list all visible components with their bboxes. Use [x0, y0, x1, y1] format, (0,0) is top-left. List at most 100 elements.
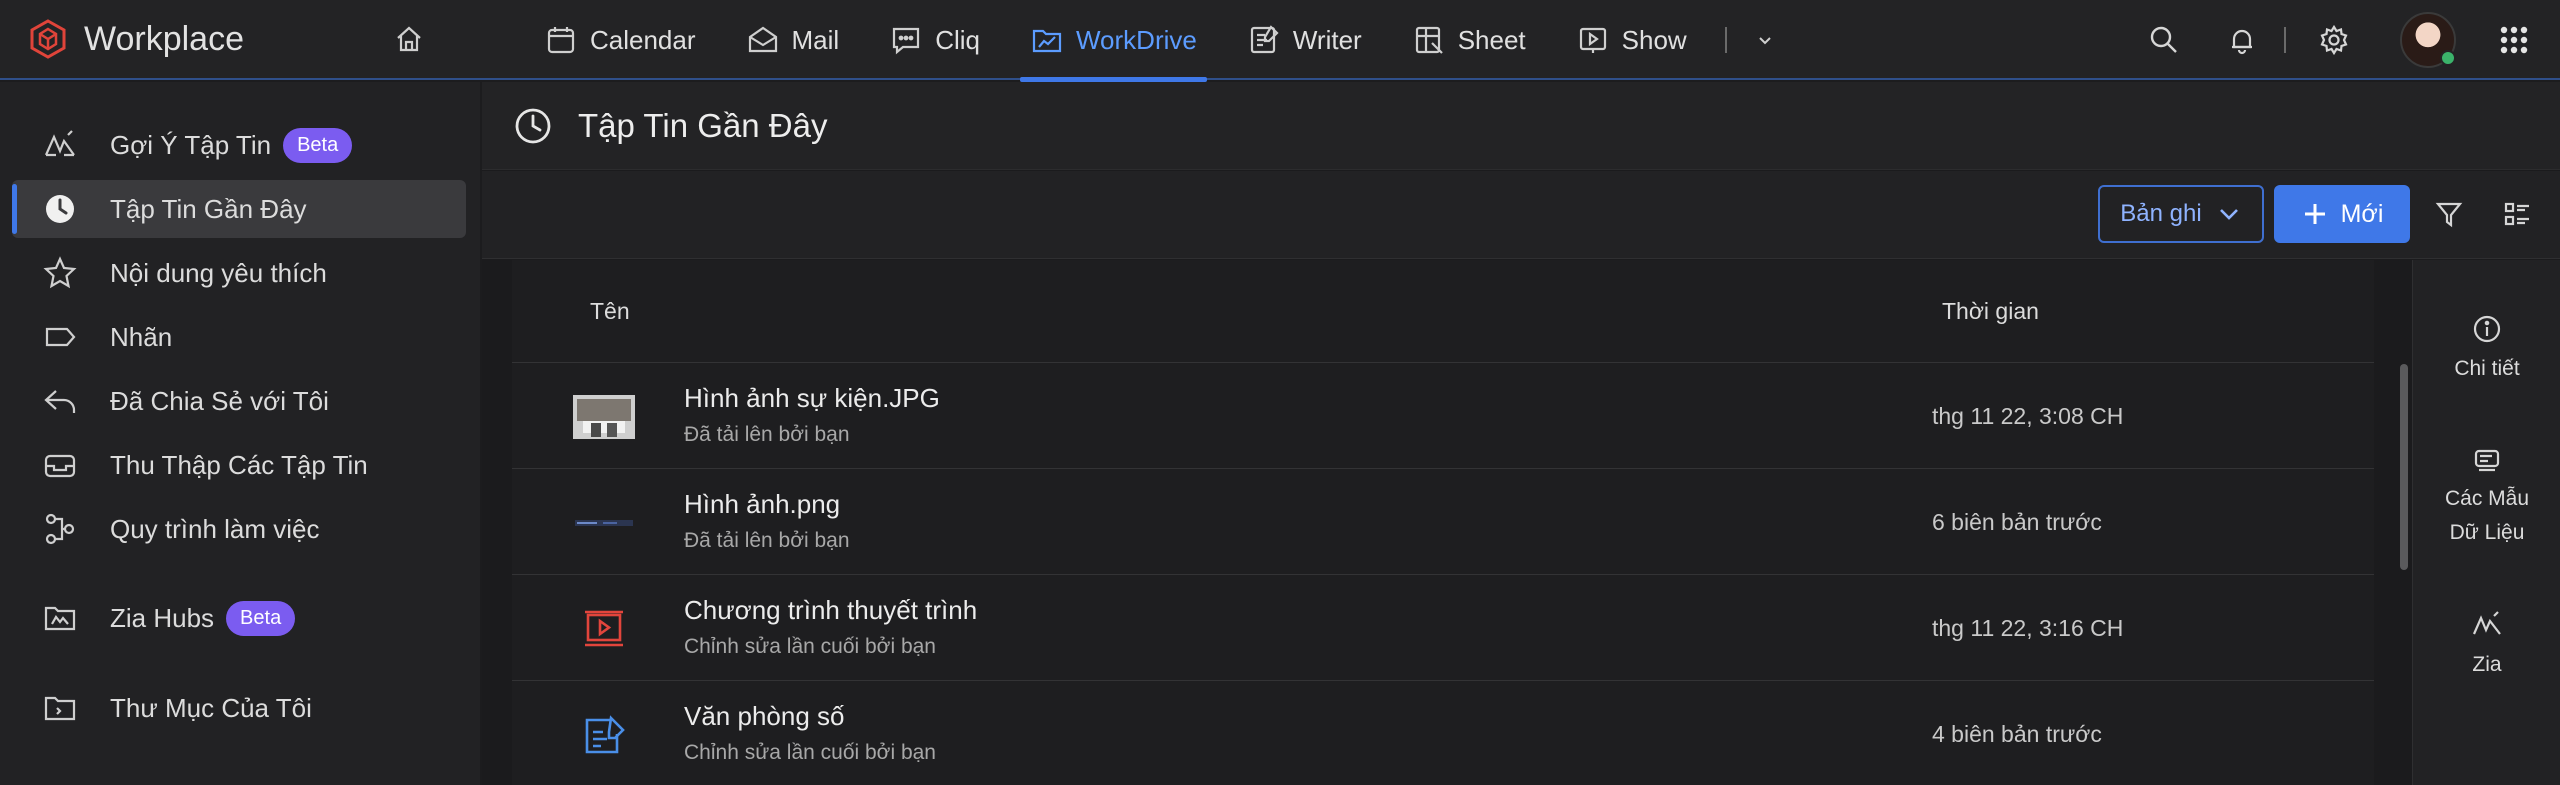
template-icon [2474, 449, 2500, 472]
sidebar-item-labels[interactable]: Nhãn [12, 308, 466, 366]
home-button[interactable] [388, 18, 430, 60]
chevron-down-icon [1758, 37, 1771, 45]
search-button[interactable] [2142, 18, 2186, 62]
file-time: 4 biên bản trước [1932, 721, 2102, 747]
sort-dropdown[interactable]: Bản ghi [2098, 185, 2264, 243]
table-row[interactable]: Hình ảnh.png Đã tải lên bởi bạn 6 biên b… [512, 468, 2374, 574]
zia-button[interactable]: Zia [2413, 608, 2560, 682]
file-table: Tên Thời gian Hình ảnh sự kiện.JPG Đã tả… [512, 260, 2374, 785]
details-panel-button[interactable]: Chi tiết [2413, 312, 2560, 386]
sidebar-item-workflows[interactable]: Quy trình làm việc [12, 500, 466, 558]
clock-icon [515, 108, 551, 143]
app-calendar[interactable]: Calendar [540, 0, 700, 80]
sidebar-item-label: Gợi Ý Tập Tin [110, 129, 272, 160]
home-icon [397, 26, 421, 52]
photo-thumbnail [572, 389, 636, 445]
app-label: Show [1621, 24, 1687, 55]
table-row[interactable]: Chương trình thuyết trình Chỉnh sửa lần … [512, 574, 2374, 680]
app-switcher: Calendar Mail Cliq WorkDrive Writer Shee… [540, 0, 1775, 82]
sidebar-item-label: Tập Tin Gần Đây [110, 193, 307, 224]
app-sheet[interactable]: Sheet [1408, 0, 1530, 80]
sidebar-item-zia-hubs[interactable]: Zia Hubs Beta [12, 589, 466, 647]
main-content: Tập Tin Gần Đây Bản ghi Mới Tên Thời gia… [482, 82, 2560, 785]
file-activity: Đã tải lên bởi bạn [684, 423, 850, 446]
app-show[interactable]: Show [1572, 0, 1691, 80]
share-icon [44, 390, 76, 413]
info-icon [2473, 315, 2501, 343]
top-bar: Workplace Calendar Mail Cliq WorkDrive W… [0, 0, 2560, 82]
workflow-icon [45, 513, 75, 545]
workplace-logo-icon [30, 19, 66, 59]
grid-icon [2500, 26, 2528, 54]
beta-badge: Beta [226, 600, 296, 636]
presentation-icon [572, 601, 636, 657]
sidebar-item-label: Đã Chia Sẻ với Tôi [110, 385, 329, 416]
star-icon [43, 256, 77, 289]
user-avatar[interactable] [2400, 12, 2456, 68]
table-row[interactable]: Hình ảnh sự kiện.JPG Đã tải lên bởi bạn … [512, 362, 2374, 468]
column-header-name[interactable]: Tên [590, 260, 630, 362]
sidebar-item-label: Nội dung yêu thích [110, 257, 327, 288]
right-panel: Chi tiết Các Mẫu Dữ Liệu Zia [2412, 260, 2560, 785]
list-view-icon [2504, 202, 2529, 226]
hub-icon [44, 606, 76, 631]
more-apps-button[interactable] [1755, 0, 1775, 80]
app-grid-button[interactable] [2492, 18, 2536, 62]
notifications-button[interactable] [2220, 18, 2264, 62]
beta-badge: Beta [283, 127, 353, 163]
zia-label: Zia [2472, 653, 2502, 676]
toolbar: Bản ghi Mới [482, 171, 2560, 259]
page-title: Tập Tin Gần Đây [578, 106, 828, 144]
gear-icon [2320, 24, 2348, 56]
new-label: Mới [2340, 199, 2384, 228]
app-mail[interactable]: Mail [742, 0, 844, 80]
file-activity: Đã tải lên bởi bạn [684, 529, 850, 552]
inbox-icon [44, 454, 76, 478]
sort-label: Bản ghi [2120, 200, 2202, 227]
sheet-icon [1415, 26, 1443, 54]
app-label: Mail [791, 24, 840, 55]
image-thumbnail [572, 495, 636, 551]
file-name: Hình ảnh.png [684, 489, 841, 519]
sidebar-item-recent-files[interactable]: Tập Tin Gần Đây [12, 180, 466, 238]
settings-button[interactable] [2312, 18, 2356, 62]
app-writer[interactable]: Writer [1243, 0, 1366, 80]
table-row[interactable]: Văn phòng số Chỉnh sửa lần cuối bởi bạn … [512, 680, 2374, 785]
file-time: thg 11 22, 3:16 CH [1932, 615, 2124, 641]
header-divider [2284, 27, 2286, 53]
sidebar-item-my-folder[interactable]: Thư Mục Của Tôi [12, 679, 466, 737]
sidebar-item-favorites[interactable]: Nội dung yêu thích [12, 244, 466, 302]
search-icon [2150, 26, 2177, 53]
sidebar-item-label: Nhãn [110, 321, 173, 352]
app-label: Writer [1292, 24, 1362, 55]
online-status-dot [2440, 50, 2456, 66]
top-right-actions [2142, 0, 2560, 80]
data-templates-button[interactable]: Các Mẫu Dữ Liệu [2413, 442, 2560, 550]
new-button[interactable]: Mới [2274, 185, 2410, 243]
sidebar-item-label: Thư Mục Của Tôi [110, 692, 312, 723]
brand[interactable]: Workplace [26, 14, 244, 64]
clock-icon [46, 195, 74, 223]
filter-button[interactable] [2428, 193, 2470, 235]
calendar-icon [547, 27, 575, 54]
app-label: Cliq [935, 24, 980, 55]
drive-icon [1032, 29, 1062, 53]
brand-name: Workplace [84, 19, 244, 58]
chevron-down-icon [2219, 209, 2238, 220]
file-name: Hình ảnh sự kiện.JPG [684, 383, 940, 413]
sidebar-item-shared-with-me[interactable]: Đã Chia Sẻ với Tôi [12, 372, 466, 430]
table-scrollbar[interactable] [2400, 364, 2408, 570]
sidebar-item-label: Quy trình làm việc [110, 513, 320, 544]
app-workdrive[interactable]: WorkDrive [1019, 0, 1207, 82]
sidebar-item-file-suggestions[interactable]: Gợi Ý Tập Tin Beta [12, 116, 466, 174]
column-header-time[interactable]: Thời gian [1942, 260, 2039, 362]
file-time: thg 11 22, 3:08 CH [1932, 403, 2124, 429]
view-toggle-button[interactable] [2496, 193, 2538, 235]
templates-label-line1: Các Mẫu [2444, 487, 2530, 510]
plus-icon [2304, 204, 2325, 224]
chat-icon [893, 27, 920, 55]
app-label: WorkDrive [1075, 24, 1197, 55]
sidebar-item-collect-files[interactable]: Thu Thập Các Tập Tin [12, 436, 466, 494]
app-cliq[interactable]: Cliq [885, 0, 984, 80]
zia-icon [2472, 611, 2501, 635]
